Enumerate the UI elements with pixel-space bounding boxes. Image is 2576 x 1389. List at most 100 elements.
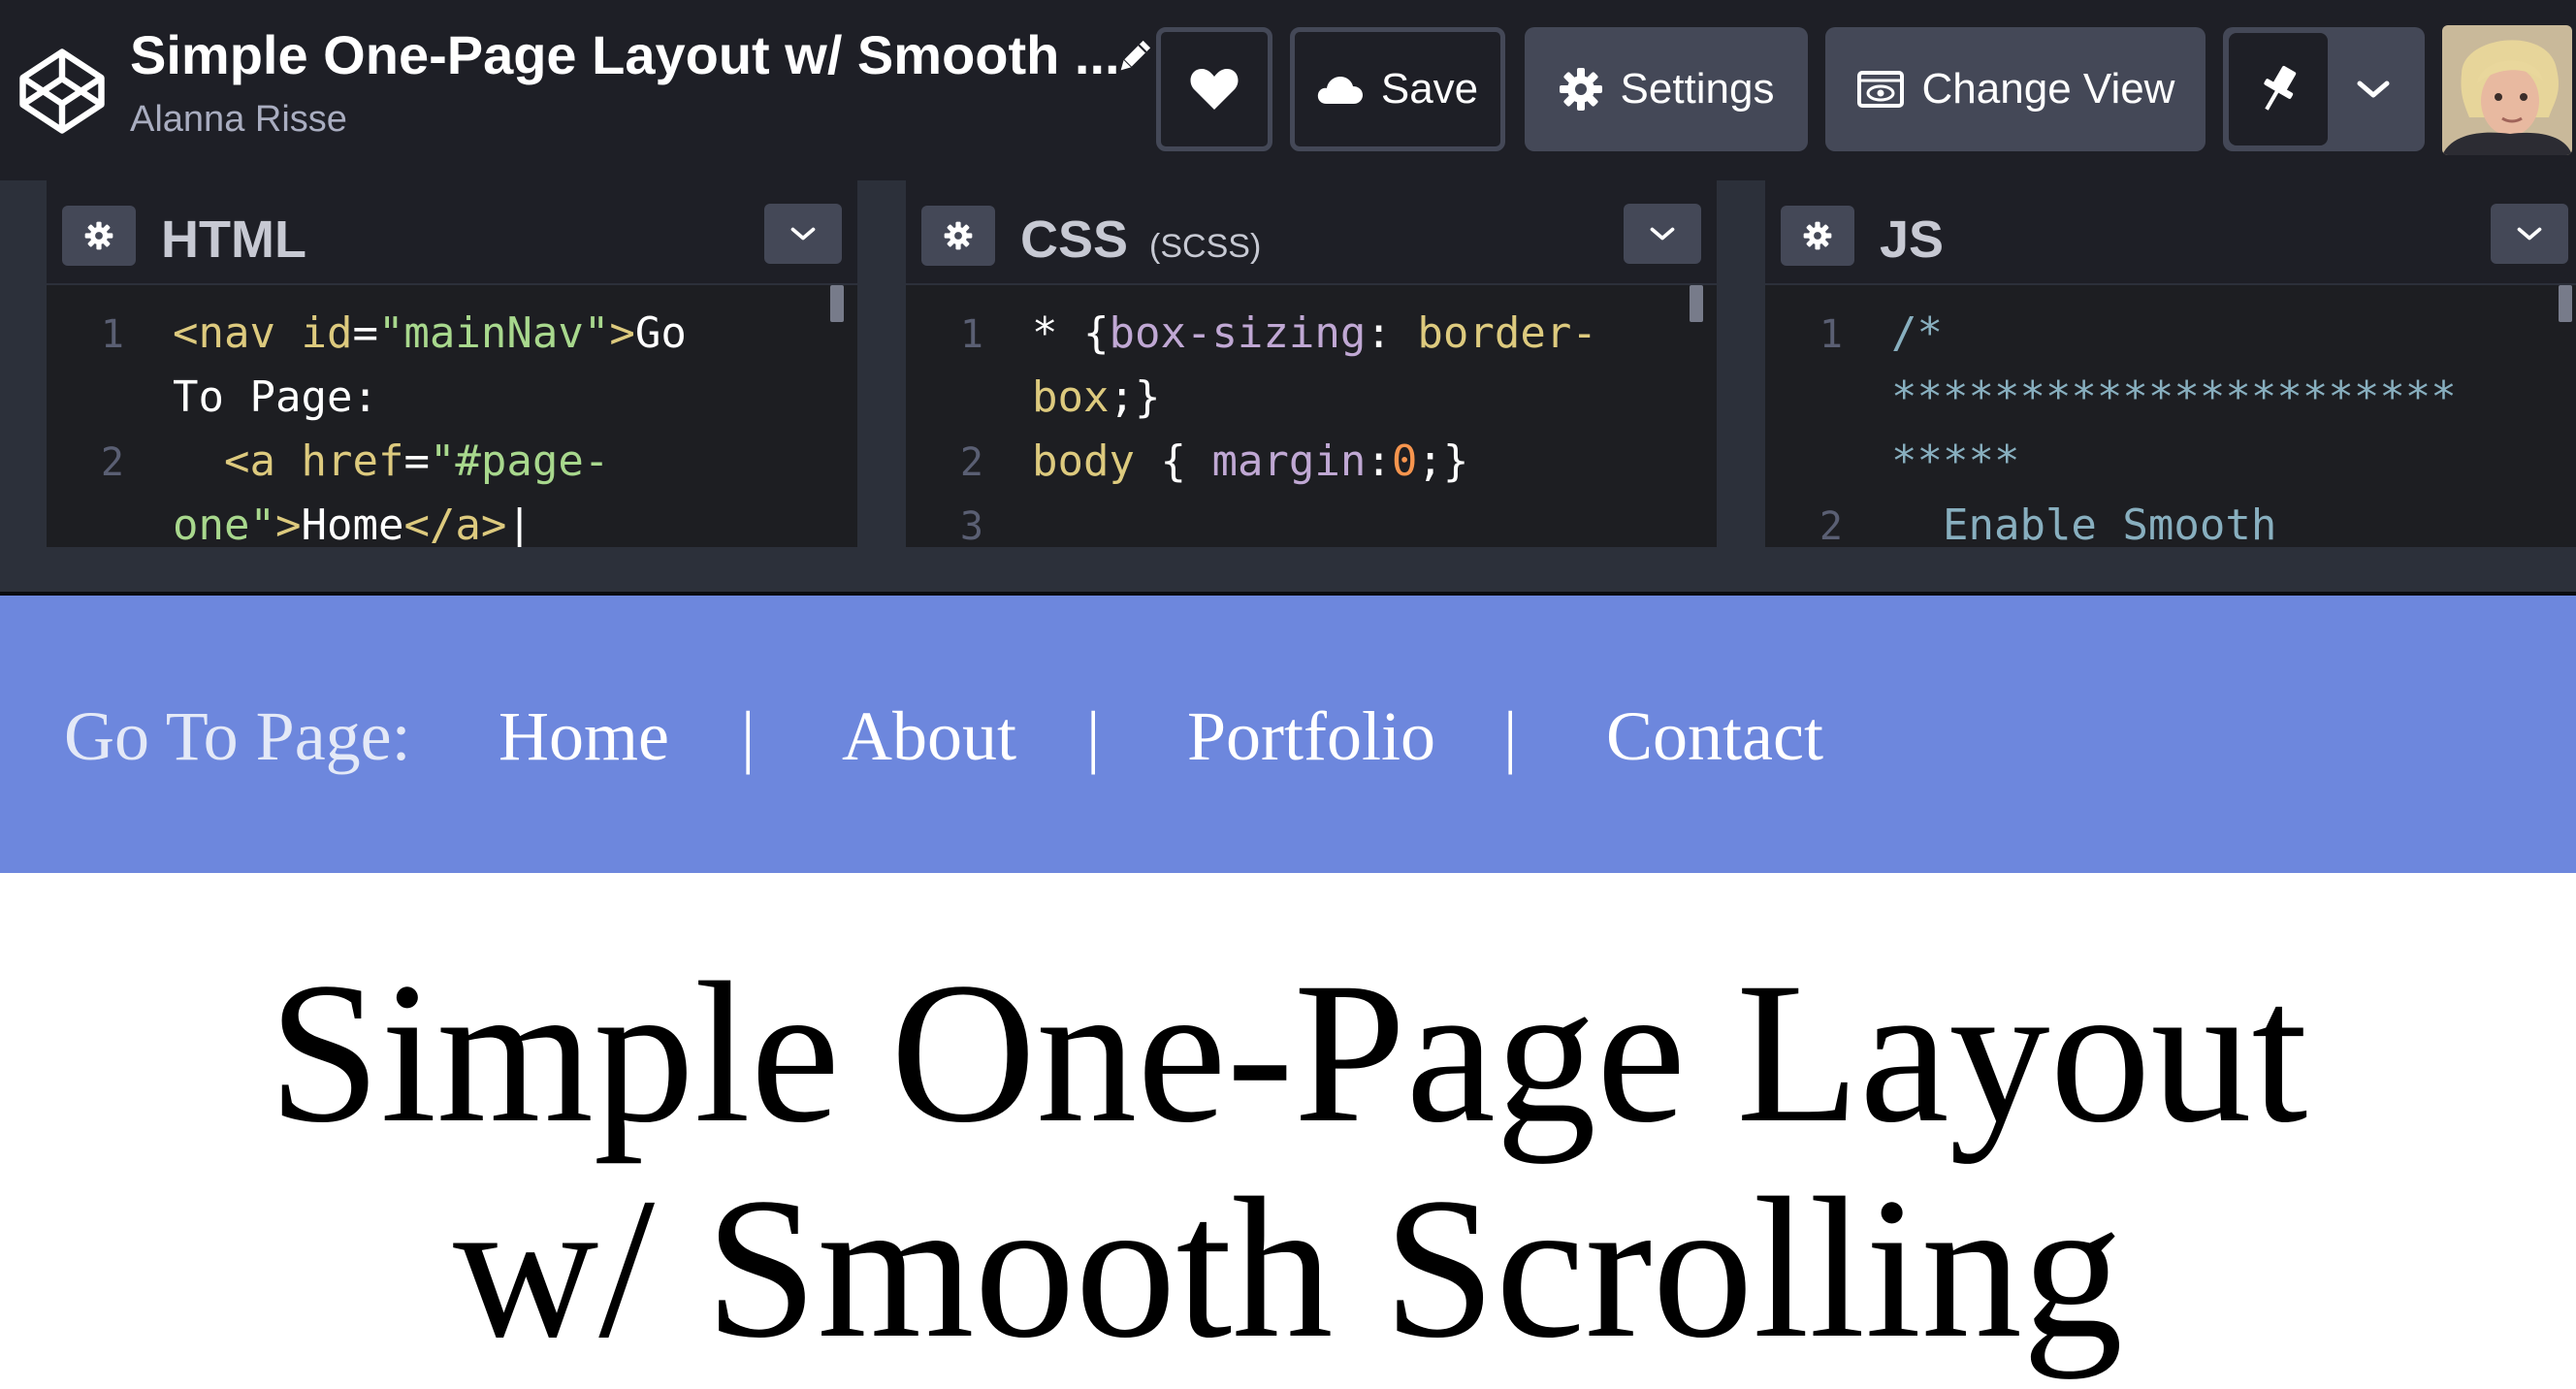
save-button[interactable]: Save — [1290, 27, 1505, 151]
gear-icon — [1559, 68, 1602, 111]
code-token: </a> — [403, 501, 507, 547]
code-token: href — [301, 436, 404, 486]
nav-separator: | — [1086, 697, 1101, 775]
code-line[interactable]: /* — [1891, 308, 1943, 358]
code-token: = — [352, 308, 378, 358]
nav-link-home[interactable]: Home — [499, 696, 669, 777]
code-token: Home — [301, 501, 404, 547]
code-token: <nav — [173, 308, 302, 358]
settings-label: Settings — [1620, 65, 1775, 113]
css-settings-button[interactable] — [921, 206, 995, 266]
js-panel-menu-button[interactable] — [2491, 204, 2568, 264]
html-editor-panel: HTML 1 <nav id="mainNav">Go To Page: 2 <a h… — [47, 180, 857, 547]
top-bar: Simple One-Page Layout w/ Smooth ... Ala… — [0, 0, 2576, 180]
js-scrollbar[interactable] — [2559, 285, 2572, 322]
code-line[interactable]: Enable Smooth — [1891, 501, 2276, 547]
code-token: ********************** — [1891, 372, 2457, 422]
nav-link-portfolio[interactable]: Portfolio — [1187, 696, 1435, 777]
change-view-button[interactable]: Change View — [1825, 27, 2206, 151]
html-code-area[interactable]: 1 <nav id="mainNav">Go To Page: 2 <a href="… — [47, 285, 857, 547]
code-token: * { — [1032, 308, 1110, 358]
code-token: id — [301, 308, 353, 358]
css-code-area[interactable]: 1 * {box-sizing: border-box;} 2 body { marg… — [906, 285, 1717, 547]
js-panel-header: JS — [1765, 180, 2576, 285]
page-heading-line-1: Simple One-Page Layout — [268, 941, 2308, 1164]
line-number: 1 — [1819, 312, 1843, 357]
line-number: 1 — [100, 312, 124, 357]
html-panel-menu-button[interactable] — [764, 204, 842, 264]
code-token: ***** — [1891, 436, 2020, 486]
settings-button[interactable]: Settings — [1525, 27, 1808, 151]
code-token: body — [1032, 436, 1135, 486]
author-name[interactable]: Alanna Risse — [130, 99, 347, 141]
code-token: = — [403, 436, 430, 486]
code-token: To Page: — [173, 372, 378, 422]
js-code-area[interactable]: 1/* ********************** ***** 2 Enable S… — [1765, 285, 2576, 547]
code-line[interactable]: To Page: — [173, 372, 378, 422]
nav-link-contact[interactable]: Contact — [1606, 696, 1823, 777]
css-preprocessor-label: (SCSS) — [1149, 228, 1262, 265]
page-heading: Simple One-Page Layout w/ Smooth Scrolli… — [0, 945, 2576, 1375]
codepen-logo-icon[interactable] — [17, 47, 107, 136]
css-title-text: CSS — [1020, 210, 1129, 269]
code-token: box — [1032, 372, 1110, 422]
gear-icon — [944, 221, 973, 250]
nav-label: Go To Page: — [64, 697, 411, 775]
nav-link-about[interactable]: About — [842, 696, 1016, 777]
code-line[interactable]: * {box-sizing: border- — [1032, 308, 1597, 358]
code-line[interactable]: one">Home</a>| — [173, 501, 532, 547]
editor-gutter — [0, 180, 47, 547]
css-panel-title: CSS (SCSS) — [1020, 210, 1261, 270]
js-panel-title: JS — [1880, 210, 1944, 270]
line-number: 1 — [959, 312, 983, 357]
heart-icon — [1190, 69, 1239, 110]
pin-icon — [2264, 65, 2297, 111]
editor-area: HTML 1 <nav id="mainNav">Go To Page: 2 <a h… — [0, 180, 2576, 596]
code-line[interactable]: ********************** — [1891, 372, 2457, 422]
css-panel-menu-button[interactable] — [1624, 204, 1701, 264]
code-line[interactable]: <a href="#page- — [173, 436, 609, 486]
code-token: /* — [1891, 308, 1943, 358]
pin-button[interactable] — [2229, 33, 2328, 145]
pin-group — [2223, 27, 2425, 151]
code-token: | — [506, 501, 532, 547]
line-number: 2 — [1819, 504, 1843, 547]
heart-button[interactable] — [1156, 27, 1272, 151]
line-number: 3 — [959, 504, 983, 547]
chevron-down-icon — [2357, 81, 2390, 98]
save-label: Save — [1380, 65, 1479, 113]
chevron-down-icon — [790, 227, 816, 241]
css-scrollbar[interactable] — [1690, 285, 1703, 322]
code-line[interactable]: body { margin:0;} — [1032, 436, 1468, 486]
code-token: > — [274, 501, 302, 547]
chevron-down-icon — [1650, 227, 1675, 241]
code-line[interactable]: <nav id="mainNav">Go — [173, 308, 687, 358]
code-token: <a — [223, 436, 302, 486]
code-token: border- — [1417, 308, 1597, 358]
code-token: box-sizing — [1109, 308, 1367, 358]
gear-icon — [1803, 221, 1832, 250]
code-token: : — [1366, 308, 1418, 358]
avatar[interactable] — [2442, 25, 2572, 155]
js-settings-button[interactable] — [1781, 206, 1854, 266]
code-token: margin — [1211, 436, 1367, 486]
line-number: 2 — [959, 440, 983, 485]
code-line[interactable]: box;} — [1032, 372, 1160, 422]
pen-title[interactable]: Simple One-Page Layout w/ Smooth ... — [130, 23, 1120, 86]
html-scrollbar[interactable] — [830, 285, 844, 322]
html-settings-button[interactable] — [62, 206, 136, 266]
code-line[interactable]: ***** — [1891, 436, 2019, 486]
code-token: one" — [173, 501, 275, 547]
pin-menu-button[interactable] — [2328, 33, 2419, 145]
line-number: 2 — [100, 440, 124, 485]
avatar-image — [2442, 25, 2572, 155]
code-token: Enable Smooth — [1891, 501, 2277, 547]
code-token: "mainNav" — [377, 308, 610, 358]
pencil-icon[interactable] — [1113, 37, 1154, 78]
html-title-text: HTML — [161, 210, 306, 269]
code-token: 0 — [1391, 436, 1418, 486]
editor-resize-handle[interactable] — [0, 547, 2576, 596]
code-token: > — [609, 308, 635, 358]
js-title-text: JS — [1880, 210, 1945, 269]
